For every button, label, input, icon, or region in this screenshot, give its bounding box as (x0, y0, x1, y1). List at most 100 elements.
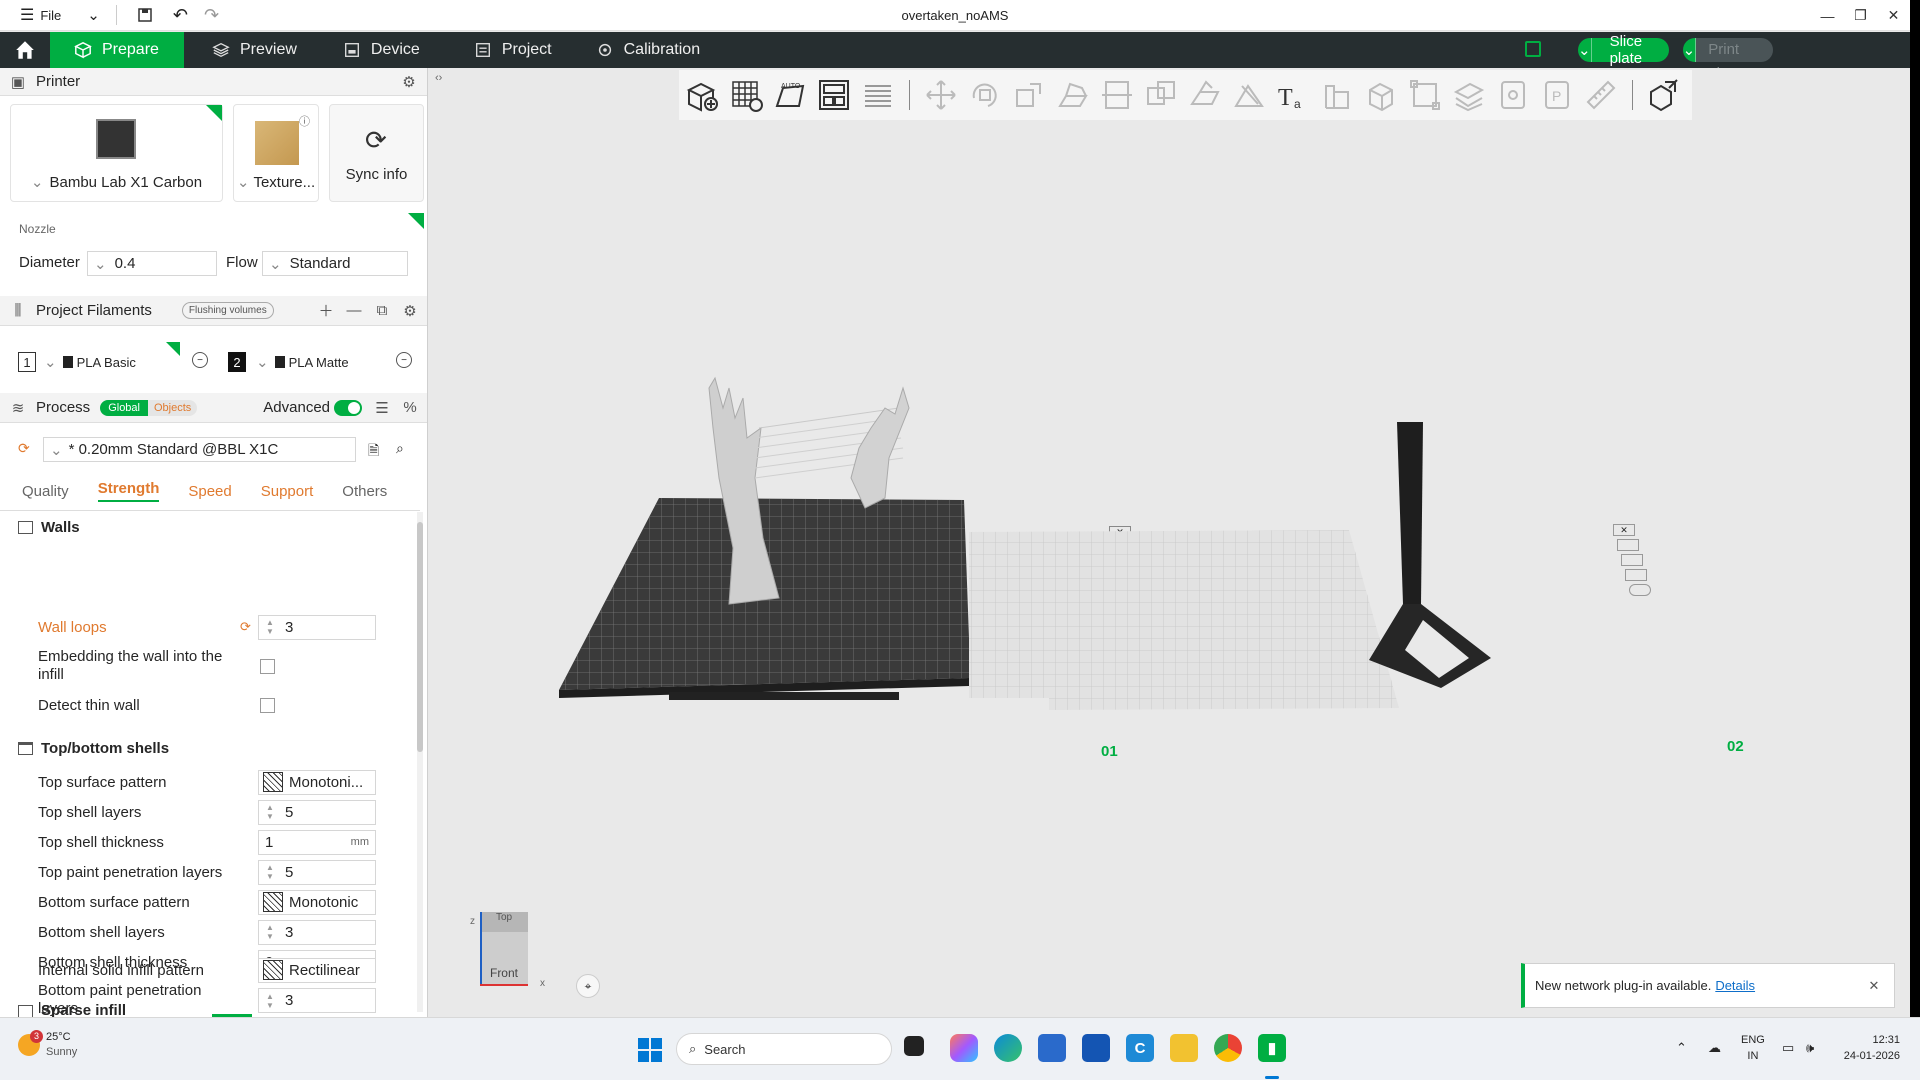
chevron-down-icon[interactable]: ⌄ (1682, 38, 1697, 62)
embed-wall-checkbox[interactable] (260, 659, 275, 674)
tab-strength[interactable]: Strength (97, 480, 160, 502)
boolean-icon[interactable] (1142, 76, 1180, 114)
tab-preview[interactable]: Preview (184, 32, 315, 68)
wall-loops-input[interactable]: ▲ ▼ 3 (258, 614, 376, 640)
home-button[interactable] (0, 32, 50, 68)
remove-icon[interactable]: — (346, 302, 362, 319)
edge-icon[interactable] (994, 1034, 1022, 1062)
layers-split-icon[interactable] (859, 76, 897, 114)
ruler-icon[interactable] (1582, 76, 1620, 114)
printer-card[interactable]: ⌄ Bambu Lab X1 Carbon (10, 104, 223, 202)
top-paint-penetration-input[interactable]: ▲ ▼ 5 (258, 859, 376, 885)
plate-settings-icon[interactable]: P (1538, 76, 1576, 114)
list-icon[interactable]: ☰ (374, 400, 390, 417)
diameter-select[interactable]: ⌄ 0.4 (87, 251, 217, 276)
remove-filament-icon[interactable]: − (396, 352, 412, 368)
print-plate-button[interactable]: ⌄ Print plate (1682, 38, 1774, 82)
add-plate-icon[interactable] (727, 76, 765, 114)
top-surface-pattern-select[interactable]: Monotoni... (258, 769, 376, 795)
cloud-icon[interactable]: ☁ (1708, 1040, 1721, 1056)
lock-plate-icon[interactable] (1625, 569, 1647, 581)
filament-item-1[interactable]: 1 ⌄ PLA Basic − (18, 342, 208, 376)
process-preset-select[interactable]: ⌄ * 0.20mm Standard @BBL X1C (43, 437, 356, 462)
support-paint-icon[interactable] (1186, 76, 1224, 114)
move-icon[interactable] (922, 76, 960, 114)
measure-icon[interactable] (1318, 76, 1356, 114)
save-icon[interactable] (125, 0, 165, 31)
text-icon[interactable]: Ta (1274, 76, 1312, 114)
clock[interactable]: 12:31 24-01-2026 (1836, 1032, 1900, 1064)
top-shell-layers-input[interactable]: ▲ ▼ 5 (258, 799, 376, 825)
volume-icon[interactable]: 🕪 (1806, 1040, 1814, 1056)
close-icon[interactable]: ✕ (1877, 0, 1910, 31)
redo-icon[interactable]: ↷ (196, 0, 227, 31)
camera-reset-button[interactable]: ⌖ (576, 974, 600, 998)
settings-scrollbar[interactable] (417, 512, 423, 1012)
percent-icon[interactable]: % (402, 399, 418, 416)
minimize-icon[interactable]: — (1811, 0, 1844, 31)
lay-on-face-icon[interactable] (1054, 76, 1092, 114)
add-object-icon[interactable] (683, 76, 721, 114)
assembly-icon[interactable] (1362, 76, 1400, 114)
slice-layers-icon[interactable] (1450, 76, 1488, 114)
copilot-icon[interactable] (950, 1034, 978, 1062)
teams-icon[interactable] (1082, 1034, 1110, 1062)
gear-icon[interactable]: ⚙ (401, 74, 417, 91)
fit-icon[interactable] (1406, 76, 1444, 114)
c-app-icon[interactable]: C (1126, 1034, 1154, 1062)
tab-support[interactable]: Support (261, 483, 314, 500)
scale-icon[interactable] (1010, 76, 1048, 114)
plate-view-icon[interactable] (1525, 41, 1541, 57)
internal-solid-infill-pattern-select[interactable]: Rectilinear (258, 957, 376, 983)
file-explorer-icon[interactable] (1170, 1034, 1198, 1062)
tab-prepare[interactable]: Prepare (50, 32, 184, 68)
variable-layer-icon[interactable] (1494, 76, 1532, 114)
reset-icon[interactable]: ⟳ (18, 440, 30, 457)
search-box[interactable]: ⌕ Search (676, 1033, 892, 1065)
explode-icon[interactable] (1645, 76, 1683, 114)
store-icon[interactable] (1038, 1034, 1066, 1062)
3d-viewport[interactable]: ‹› AUTO Ta P 01 02 ✕ Top Front z x ⌖ (429, 68, 1910, 1017)
tab-others[interactable]: Others (342, 483, 387, 500)
gear-icon[interactable]: ⚙ (402, 303, 418, 320)
detect-thin-wall-checkbox[interactable] (260, 698, 275, 713)
sync-info-button[interactable]: ⟳ Sync info (329, 104, 424, 202)
tab-quality[interactable]: Quality (22, 483, 69, 500)
details-link[interactable]: Details (1715, 978, 1755, 993)
plate-card[interactable]: ⓘ ⌄ Texture... (233, 104, 319, 202)
chrome-icon[interactable] (1214, 1034, 1242, 1062)
chevron-up-icon[interactable]: ⌃ (1676, 1040, 1687, 1056)
start-button[interactable] (638, 1038, 662, 1062)
remove-filament-icon[interactable]: − (192, 352, 208, 368)
flushing-volumes-button[interactable]: Flushing volumes (181, 302, 274, 319)
top-shell-thickness-input[interactable]: 1 mm (258, 829, 376, 855)
task-view-icon[interactable] (904, 1036, 924, 1056)
tab-calibration[interactable]: Calibration (570, 32, 718, 68)
bambu-studio-icon[interactable]: ▮ (1258, 1034, 1286, 1062)
file-menu-button[interactable]: ☰ File (0, 0, 69, 31)
seam-paint-icon[interactable] (1230, 76, 1268, 114)
hand-model[interactable] (689, 368, 949, 628)
chevron-down-icon[interactable]: ⌄ (1578, 38, 1592, 62)
rotate-icon[interactable] (966, 76, 1004, 114)
maximize-icon[interactable]: ❐ (1844, 0, 1877, 31)
advanced-toggle[interactable] (334, 399, 362, 416)
view-cube[interactable]: Top Front z x (464, 912, 545, 1008)
filament-item-2[interactable]: 2 ⌄ PLA Matte − (228, 348, 412, 376)
bottom-paint-penetration-input[interactable]: ▲ ▼ 3 (258, 988, 376, 1013)
arrange-icon[interactable] (815, 76, 853, 114)
orient-plate-icon[interactable] (1621, 554, 1643, 566)
global-objects-toggle[interactable]: Global Objects (100, 399, 198, 416)
slice-plate-button[interactable]: ⌄ Slice plate (1578, 33, 1669, 67)
tab-device[interactable]: Device (315, 32, 438, 68)
network-icon[interactable]: ▭ (1782, 1040, 1794, 1056)
bottom-shell-layers-input[interactable]: ▲ ▼ 3 (258, 919, 376, 945)
save-preset-icon[interactable]: 🗎 (368, 440, 379, 464)
weather-widget[interactable]: 3 25°C Sunny (18, 1030, 77, 1060)
stand-model[interactable] (1369, 348, 1569, 768)
search-icon[interactable]: ⌕ (396, 440, 404, 457)
auto-orient-icon[interactable]: AUTO (771, 76, 809, 114)
tab-project[interactable]: Project (438, 32, 570, 68)
sync-filament-icon[interactable]: ⧉ (374, 302, 390, 319)
flow-select[interactable]: ⌄ Standard (262, 251, 408, 276)
